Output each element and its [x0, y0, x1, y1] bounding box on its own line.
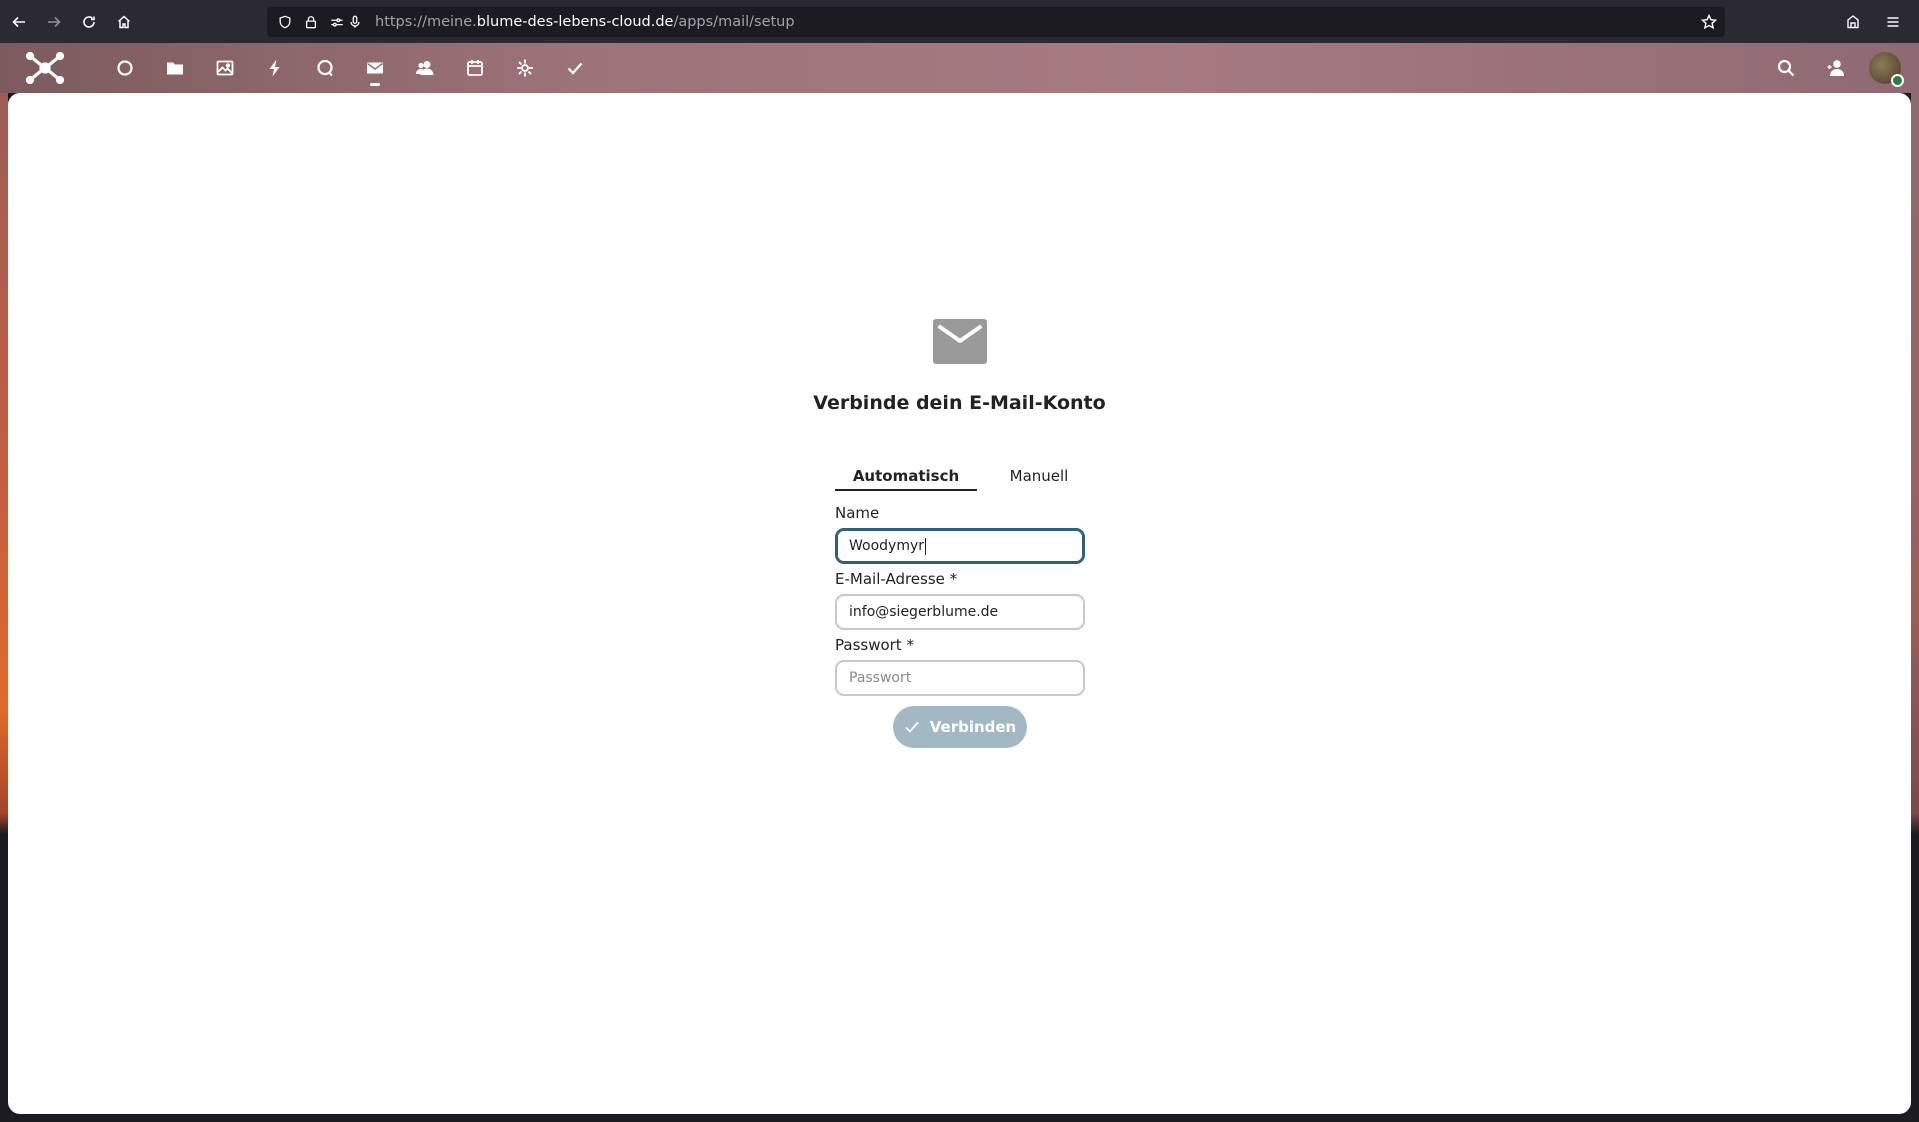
shield-icon[interactable]	[277, 14, 293, 30]
talk-icon[interactable]	[300, 43, 350, 93]
nextcloud-header	[0, 43, 1919, 93]
tasks-icon[interactable]	[550, 43, 600, 93]
email-label: E-Mail-Adresse *	[835, 570, 958, 588]
extensions-icon[interactable]	[1837, 6, 1869, 38]
mail-icon[interactable]	[350, 43, 400, 93]
browser-toolbar: https://meine.blume-des-lebens-cloud.de/…	[0, 0, 1919, 43]
connect-button[interactable]: Verbinden	[893, 706, 1027, 748]
home-icon[interactable]	[108, 6, 140, 38]
forward-icon[interactable]	[38, 6, 70, 38]
app-navigation	[100, 43, 600, 93]
url-host: blume-des-lebens-cloud.de	[476, 14, 674, 30]
header-right-menu	[1761, 43, 1904, 93]
avatar[interactable]	[1869, 52, 1904, 87]
permissions-icon[interactable]	[329, 14, 345, 30]
photos-icon[interactable]	[200, 43, 250, 93]
tab-automatic[interactable]: Automatisch	[835, 467, 977, 491]
name-label: Name	[835, 504, 880, 522]
password-placeholder: Passwort	[849, 670, 912, 686]
contacts-icon[interactable]	[400, 43, 450, 93]
email-field[interactable]: info@siegerblume.de	[835, 594, 1085, 630]
tab-manual[interactable]: Manuell	[1004, 467, 1074, 491]
password-label: Passwort *	[835, 636, 914, 654]
name-field-value: Woodymyr	[849, 538, 925, 554]
lock-icon[interactable]	[303, 14, 319, 30]
menu-icon[interactable]	[1877, 6, 1909, 38]
url-bar[interactable]: https://meine.blume-des-lebens-cloud.de/…	[267, 7, 1725, 37]
connect-button-label: Verbinden	[929, 718, 1017, 736]
name-field[interactable]: Woodymyr	[835, 528, 1085, 564]
deck-icon[interactable]	[500, 43, 550, 93]
files-icon[interactable]	[150, 43, 200, 93]
email-field-value: info@siegerblume.de	[849, 604, 999, 620]
status-online-indicator	[1891, 74, 1904, 87]
password-field[interactable]: Passwort	[835, 660, 1085, 696]
microphone-icon[interactable]	[347, 14, 363, 30]
url-path: /apps/mail/setup	[673, 14, 795, 30]
page-title: Verbinde dein E-Mail-Konto	[813, 392, 1106, 414]
reload-icon[interactable]	[73, 6, 105, 38]
nextcloud-logo-icon[interactable]	[25, 51, 65, 85]
url-text[interactable]: https://meine.blume-des-lebens-cloud.de/…	[375, 14, 795, 30]
background-left-edge	[0, 93, 8, 1122]
background-right-edge	[1911, 93, 1919, 1122]
envelope-icon	[933, 319, 987, 364]
bookmark-star-icon[interactable]	[1700, 13, 1718, 30]
back-icon[interactable]	[3, 6, 35, 38]
setup-mode-tabs: Automatisch Manuell	[835, 467, 1085, 491]
activity-icon[interactable]	[250, 43, 300, 93]
url-prefix: https://meine.	[375, 14, 477, 30]
contacts-menu-icon[interactable]	[1811, 43, 1861, 93]
text-cursor	[925, 537, 927, 555]
search-icon[interactable]	[1761, 43, 1811, 93]
dashboard-icon[interactable]	[100, 43, 150, 93]
check-icon	[905, 721, 919, 733]
calendar-icon[interactable]	[450, 43, 500, 93]
